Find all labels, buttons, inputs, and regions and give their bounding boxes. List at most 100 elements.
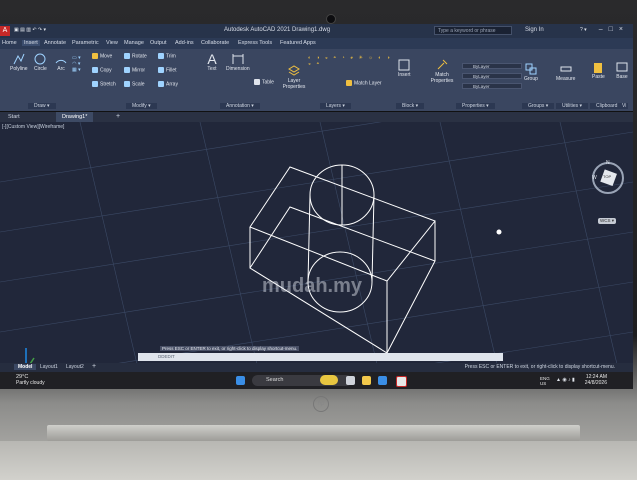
model-space: [0, 81, 633, 389]
add-layout-button[interactable]: +: [92, 363, 96, 370]
circle-button[interactable]: Circle: [34, 53, 47, 72]
webcam: [326, 14, 336, 24]
grid-lines: [0, 81, 633, 389]
stretch-button[interactable]: Stretch: [92, 81, 116, 87]
autocad-taskbar-icon[interactable]: [396, 376, 407, 387]
base-view-icon: [616, 62, 628, 72]
tab-express-tools[interactable]: Express Tools: [238, 40, 272, 46]
sign-in-button[interactable]: Sign In: [525, 27, 544, 33]
tab-layout1[interactable]: Layout1: [40, 364, 58, 370]
insert-block-button[interactable]: Insert: [398, 59, 411, 78]
modify-panel-label[interactable]: Modify ▾: [126, 103, 157, 109]
command-history: Press ESC or ENTER to exit, or right-cli…: [160, 346, 300, 351]
fillet-button[interactable]: Fillet: [158, 67, 177, 73]
drawing-canvas[interactable]: mudah.my TOP W N WCS ▾: [0, 81, 633, 389]
tab-add-ins[interactable]: Add-ins: [175, 40, 194, 46]
paste-icon: [594, 63, 603, 73]
search-highlight-icon[interactable]: [320, 375, 338, 385]
tab-drawing1[interactable]: Drawing1*: [56, 112, 94, 122]
tab-parametric[interactable]: Parametric: [72, 40, 99, 46]
view-panel-label[interactable]: Vi: [620, 103, 629, 109]
layer-properties-button[interactable]: Layer Properties: [282, 65, 306, 90]
text-button[interactable]: A Text: [206, 52, 218, 72]
rotate-button[interactable]: Rotate: [124, 53, 147, 59]
dimension-button[interactable]: Dimension: [226, 53, 250, 72]
wireframe-model: [249, 164, 436, 354]
layers-panel-label[interactable]: Layers ▾: [320, 103, 351, 109]
title-bar: A ▣ ▤ ▥ ↶ ↷ ▾ Autodesk AutoCAD 2021 Draw…: [0, 24, 633, 38]
tab-model[interactable]: Model: [14, 364, 37, 370]
search-input[interactable]: Type a keyword or phrase: [434, 26, 512, 35]
window-title: Autodesk AutoCAD 2021 Drawing1.dwg: [224, 27, 331, 33]
match-layer-button[interactable]: Match Layer: [346, 80, 382, 86]
layer-tools-grid[interactable]: ◐ ◑ ◒ ◓ ◔ ◕ ☀ ☼ ◐ ◑ ◒ ◓: [308, 55, 398, 79]
viewcube[interactable]: TOP W N: [590, 160, 626, 196]
scale-button[interactable]: Scale: [124, 81, 145, 87]
windows-taskbar: 29°C Partly cloudy Search ENG US ▲ ◉ ♪ ▮ 1…: [0, 372, 633, 389]
laptop-keyboard-deck: [0, 441, 637, 480]
clipboard-panel-label[interactable]: Clipboard: [590, 103, 624, 109]
measure-button[interactable]: Measure: [556, 63, 575, 82]
tab-annotate[interactable]: Annotate: [44, 40, 66, 46]
arc-button[interactable]: Arc: [55, 53, 67, 72]
ribbon: Polyline Circle Arc ▭ ▾ ◠ ▾ ▦ ▾ Draw ▾ Mov…: [0, 49, 633, 112]
tab-collaborate[interactable]: Collaborate: [201, 40, 229, 46]
tab-output[interactable]: Output: [150, 40, 167, 46]
dimension-icon: [232, 54, 244, 64]
language-indicator[interactable]: ENG US: [540, 376, 550, 386]
polyline-icon: [13, 53, 25, 65]
mirror-button[interactable]: Mirror: [124, 67, 145, 73]
tab-featured-apps[interactable]: Featured Apps: [280, 40, 316, 46]
tray-icons[interactable]: ▲ ◉ ♪ ▮: [556, 377, 575, 383]
tab-view[interactable]: View: [106, 40, 118, 46]
tab-start[interactable]: Start: [8, 114, 20, 120]
new-tab-button[interactable]: +: [116, 113, 120, 120]
clock[interactable]: 12:24 AM 24/8/2026: [585, 374, 607, 386]
paste-button[interactable]: Paste: [592, 61, 605, 80]
group-button[interactable]: Group: [524, 63, 538, 82]
base-view-button[interactable]: Base: [616, 61, 628, 80]
utilities-panel-label[interactable]: Utilities ▾: [556, 103, 589, 109]
window-controls[interactable]: –□×: [599, 26, 629, 33]
laptop-hinge: [47, 425, 580, 441]
windows-start-icon[interactable]: [236, 376, 245, 385]
draw-panel-label[interactable]: Draw ▾: [28, 103, 56, 109]
draw-tools-small[interactable]: ▭ ▾ ◠ ▾ ▦ ▾: [72, 55, 81, 73]
tab-insert[interactable]: Insert: [22, 40, 40, 46]
help-icon[interactable]: ? ▾: [580, 27, 587, 33]
annotation-panel-label[interactable]: Annotation ▾: [220, 103, 260, 109]
group-icon: [525, 63, 537, 75]
insert-block-icon: [398, 59, 410, 71]
groups-panel-label[interactable]: Groups ▾: [522, 103, 555, 109]
lineweight-dropdown[interactable]: ByLayer: [462, 73, 522, 79]
tab-manage[interactable]: Manage: [124, 40, 144, 46]
file-explorer-icon[interactable]: [362, 376, 371, 385]
table-button[interactable]: Table: [254, 79, 274, 85]
polyline-button[interactable]: Polyline: [10, 53, 28, 72]
tab-layout2[interactable]: Layout2: [66, 364, 84, 370]
command-input[interactable]: DDEDIT: [138, 353, 503, 361]
cursor-pickbox: [496, 229, 502, 235]
match-properties-button[interactable]: Match Properties: [430, 59, 454, 84]
weather-widget[interactable]: 29°C Partly cloudy: [16, 374, 45, 386]
wcs-menu[interactable]: WCS ▾: [598, 218, 617, 224]
properties-panel-label[interactable]: Properties ▾: [456, 103, 495, 109]
measure-icon: [560, 66, 572, 72]
trim-button[interactable]: Trim: [158, 53, 176, 59]
tab-home[interactable]: Home: [2, 40, 17, 46]
autocad-app-icon[interactable]: A: [0, 26, 10, 36]
layers-icon: [288, 65, 300, 76]
laptop-frame: A ▣ ▤ ▥ ↶ ↷ ▾ Autodesk AutoCAD 2021 Draw…: [0, 0, 637, 480]
array-button[interactable]: Array: [158, 81, 178, 87]
status-bar: Model Layout1 Layout2 + Press ESC or ENT…: [0, 363, 633, 372]
screen: A ▣ ▤ ▥ ↶ ↷ ▾ Autodesk AutoCAD 2021 Draw…: [0, 24, 633, 389]
viewport-controls[interactable]: [-][Custom View][Wireframe]: [2, 124, 64, 130]
move-button[interactable]: Move: [92, 53, 112, 59]
linetype-dropdown[interactable]: ByLayer: [462, 83, 522, 89]
block-panel-label[interactable]: Block ▾: [396, 103, 425, 109]
task-view-icon[interactable]: [346, 376, 355, 385]
edge-icon[interactable]: [378, 376, 387, 385]
color-dropdown[interactable]: ByLayer: [462, 63, 522, 69]
quick-access-toolbar[interactable]: ▣ ▤ ▥ ↶ ↷ ▾: [14, 27, 46, 33]
copy-button[interactable]: Copy: [92, 67, 112, 73]
